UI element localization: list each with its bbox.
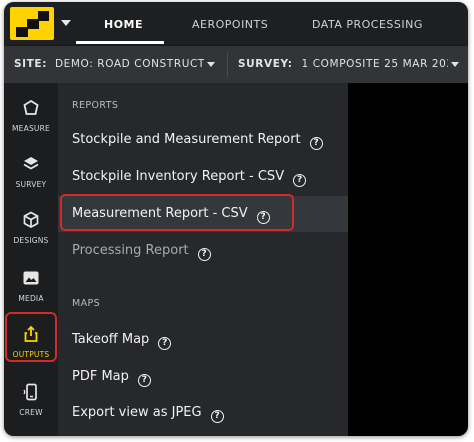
menu-item-export-jpeg[interactable]: Export view as JPEG? <box>58 395 348 431</box>
menu-item-label: Takeoff Map <box>72 332 150 347</box>
help-icon[interactable]: ? <box>158 337 172 350</box>
map-viewport[interactable] <box>348 83 468 436</box>
section-heading-maps: MAPS <box>72 298 101 309</box>
menu-item-label: Export view as JPEG <box>72 405 202 420</box>
survey-label: SURVEY: <box>238 58 293 70</box>
sidebar-item-label: SURVEY <box>15 180 47 189</box>
menu-item-takeoff-map[interactable]: Takeoff Map? <box>58 322 348 358</box>
left-sidebar: MEASURE SURVEY DESIGNS MEDIA OUTPUTS CRE… <box>4 83 58 436</box>
outputs-highlight-box <box>5 312 57 362</box>
image-icon <box>23 271 39 285</box>
site-value: DEMO: ROAD CONSTRUCTIC <box>54 58 204 70</box>
survey-value: 1 COMPOSITE 25 MAR 2020 <box>301 58 448 70</box>
sidebar-item-survey[interactable]: SURVEY <box>4 147 58 203</box>
site-survey-bar: SITE: DEMO: ROAD CONSTRUCTIC SURVEY: 1 C… <box>4 45 468 84</box>
section-heading-reports: REPORTS <box>72 100 119 111</box>
layers-icon <box>23 157 39 170</box>
outputs-menu: REPORTS Stockpile and Measurement Report… <box>58 83 348 436</box>
sidebar-item-crew[interactable]: CREW <box>4 375 58 431</box>
app-menu-chevron-down-icon[interactable] <box>56 12 76 34</box>
hexagon-icon <box>23 99 39 115</box>
tab-aeropoints[interactable]: AEROPOINTS <box>192 2 268 45</box>
help-icon[interactable]: ? <box>197 248 211 261</box>
active-tab-indicator <box>76 41 164 44</box>
sidebar-item-label: CREW <box>19 408 43 417</box>
sidebar-item-media[interactable]: MEDIA <box>4 261 58 317</box>
phone-icon <box>23 383 37 401</box>
propeller-logo[interactable] <box>10 7 54 40</box>
site-selector[interactable]: SITE: DEMO: ROAD CONSTRUCTIC <box>14 46 204 83</box>
menu-item-stockpile-inventory-csv[interactable]: Stockpile Inventory Report - CSV? <box>58 159 348 195</box>
menu-item-processing-report[interactable]: Processing Report? <box>58 233 348 269</box>
menu-item-stockpile-measurement-report[interactable]: Stockpile and Measurement Report? <box>58 122 348 158</box>
menu-item-label: PDF Map <box>72 369 129 384</box>
divider <box>227 52 228 77</box>
measurement-report-highlight-box <box>60 194 294 231</box>
sidebar-item-label: MEASURE <box>12 124 50 133</box>
sidebar-item-label: MEDIA <box>18 294 44 303</box>
survey-chevron-down-icon[interactable] <box>451 62 459 67</box>
help-icon[interactable]: ? <box>309 137 323 150</box>
menu-item-label: Processing Report <box>72 243 189 258</box>
site-label: SITE: <box>14 58 48 70</box>
menu-item-pdf-map[interactable]: PDF Map? <box>58 359 348 395</box>
help-icon[interactable]: ? <box>210 410 224 423</box>
sidebar-item-label: DESIGNS <box>13 236 49 245</box>
site-chevron-down-icon[interactable] <box>207 62 215 67</box>
survey-selector[interactable]: SURVEY: 1 COMPOSITE 25 MAR 2020 <box>238 46 448 83</box>
help-icon[interactable]: ? <box>137 374 151 387</box>
menu-item-label: Stockpile Inventory Report - CSV <box>72 169 285 184</box>
top-nav: HOME AEROPOINTS DATA PROCESSING <box>4 2 468 45</box>
tab-home[interactable]: HOME <box>104 2 143 45</box>
menu-item-label: Stockpile and Measurement Report <box>72 132 301 147</box>
help-icon[interactable]: ? <box>293 174 307 187</box>
cube-icon <box>23 211 39 228</box>
tab-data-processing[interactable]: DATA PROCESSING <box>312 2 423 45</box>
sidebar-item-measure[interactable]: MEASURE <box>4 91 58 147</box>
sidebar-item-designs[interactable]: DESIGNS <box>4 203 58 259</box>
